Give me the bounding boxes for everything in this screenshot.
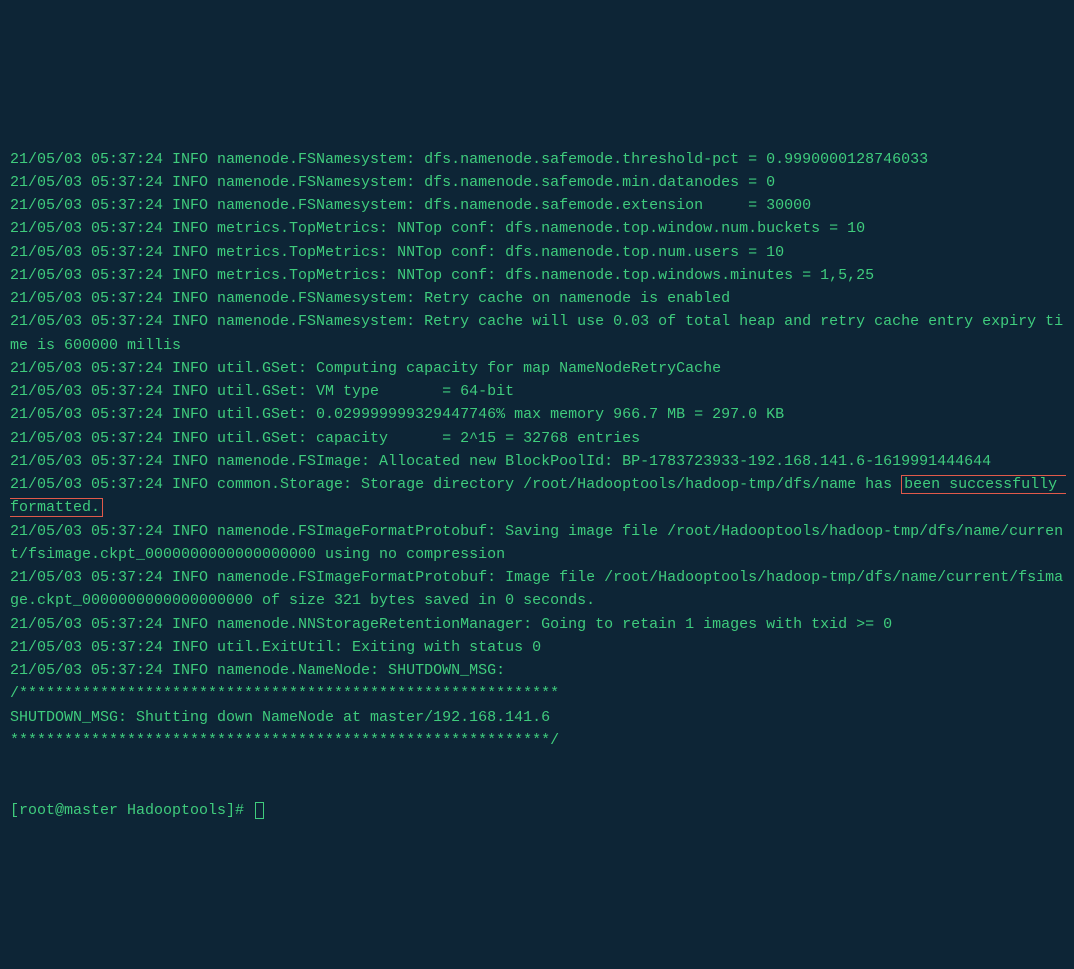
log-line: /***************************************…: [10, 682, 1064, 705]
log-text: 21/05/03 05:37:24 INFO common.Storage: S…: [10, 476, 901, 493]
log-line: 21/05/03 05:37:24 INFO namenode.FSNamesy…: [10, 171, 1064, 194]
log-line: 21/05/03 05:37:24 INFO namenode.NNStorag…: [10, 613, 1064, 636]
log-line: 21/05/03 05:37:24 INFO util.GSet: Comput…: [10, 357, 1064, 380]
log-line: 21/05/03 05:37:24 INFO metrics.TopMetric…: [10, 241, 1064, 264]
log-line: 21/05/03 05:37:24 INFO util.ExitUtil: Ex…: [10, 636, 1064, 659]
log-line: 21/05/03 05:37:24 INFO namenode.FSImageF…: [10, 520, 1064, 567]
log-line: 21/05/03 05:37:24 INFO namenode.FSNamesy…: [10, 310, 1064, 357]
prompt-line[interactable]: [root@master Hadooptools]#: [10, 799, 1064, 822]
log-line: 21/05/03 05:37:24 INFO namenode.FSImage:…: [10, 450, 1064, 473]
log-line: 21/05/03 05:37:24 INFO namenode.FSNamesy…: [10, 287, 1064, 310]
terminal-output[interactable]: 21/05/03 05:37:24 INFO namenode.FSNamesy…: [10, 101, 1064, 845]
log-line: 21/05/03 05:37:24 INFO namenode.NameNode…: [10, 659, 1064, 682]
log-line: SHUTDOWN_MSG: Shutting down NameNode at …: [10, 706, 1064, 729]
log-line: 21/05/03 05:37:24 INFO util.GSet: capaci…: [10, 427, 1064, 450]
log-line: 21/05/03 05:37:24 INFO namenode.FSNamesy…: [10, 148, 1064, 171]
log-line: ****************************************…: [10, 729, 1064, 752]
log-line: 21/05/03 05:37:24 INFO common.Storage: S…: [10, 473, 1064, 520]
shell-prompt: [root@master Hadooptools]#: [10, 802, 253, 819]
log-line: 21/05/03 05:37:24 INFO namenode.FSNamesy…: [10, 194, 1064, 217]
log-line: 21/05/03 05:37:24 INFO namenode.FSImageF…: [10, 566, 1064, 613]
cursor-icon: [255, 802, 264, 819]
log-line: 21/05/03 05:37:24 INFO util.GSet: 0.0299…: [10, 403, 1064, 426]
log-line: 21/05/03 05:37:24 INFO util.GSet: VM typ…: [10, 380, 1064, 403]
log-line: 21/05/03 05:37:24 INFO metrics.TopMetric…: [10, 217, 1064, 240]
log-line: 21/05/03 05:37:24 INFO metrics.TopMetric…: [10, 264, 1064, 287]
